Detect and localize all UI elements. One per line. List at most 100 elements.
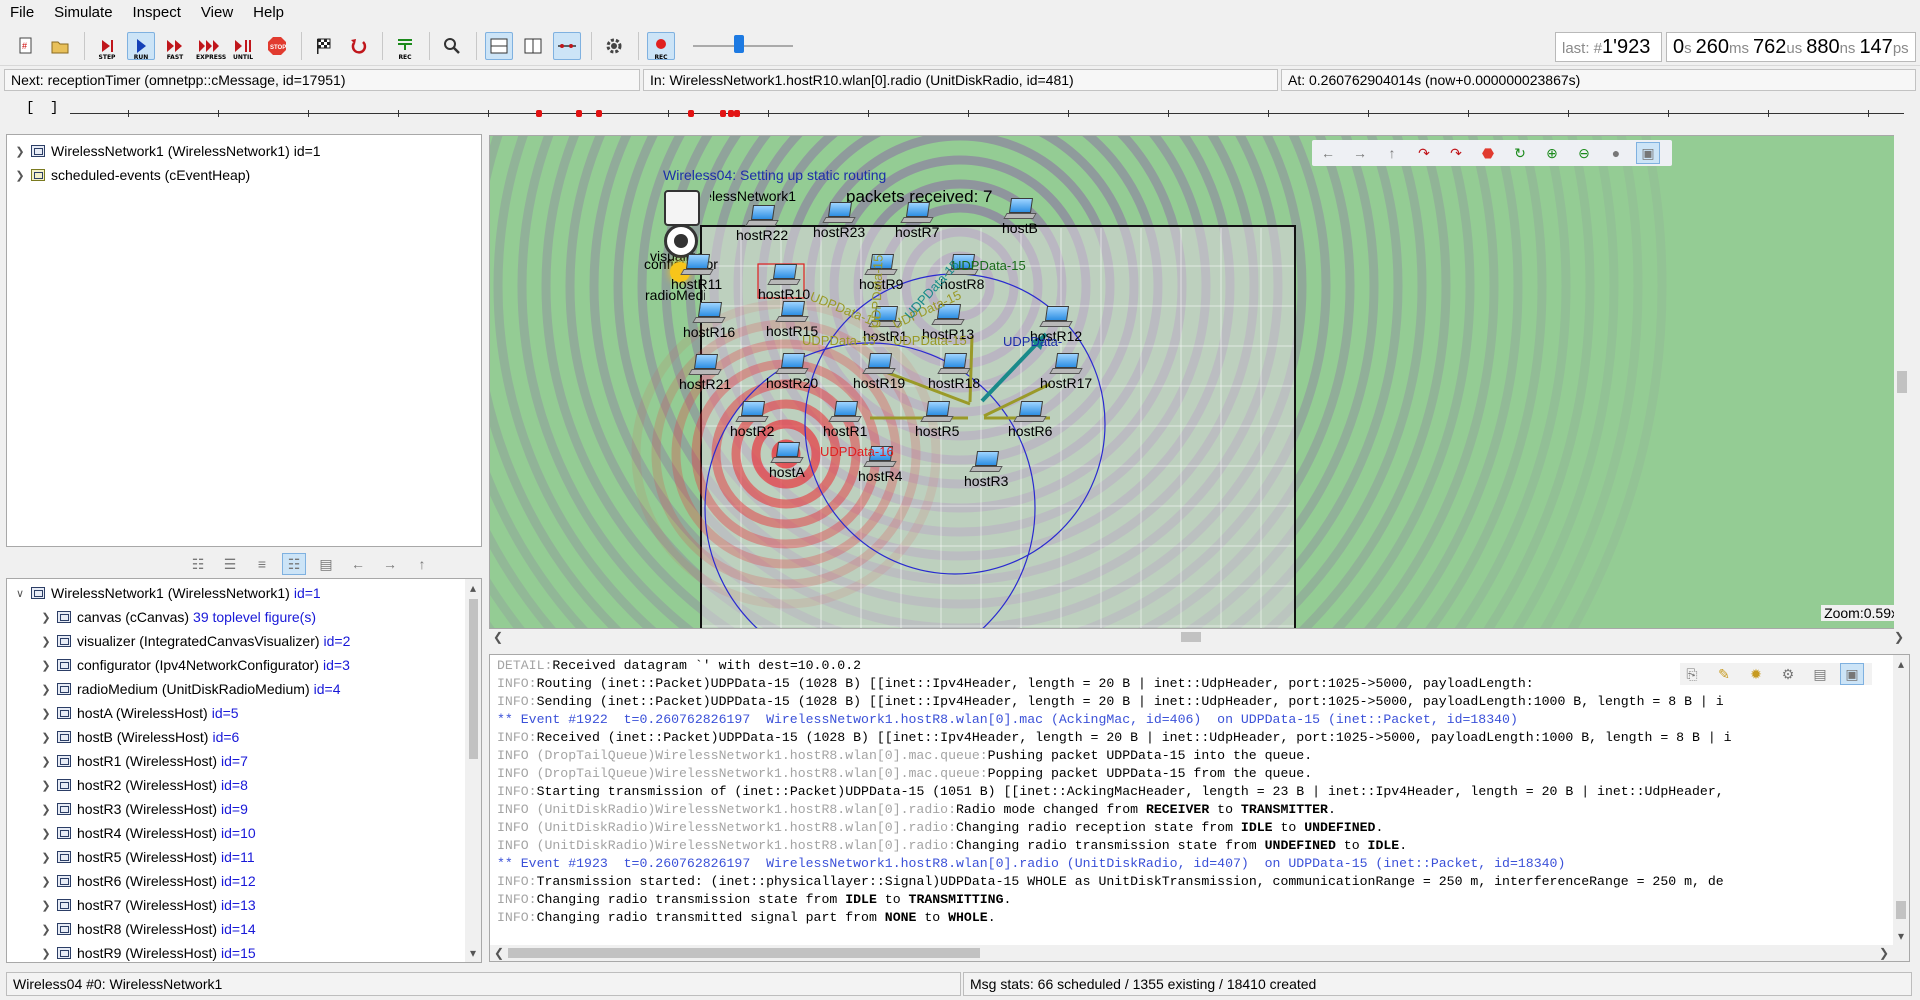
log-line[interactable]: INFO:Received (inet::Packet)UDPData-15 (…	[497, 729, 1732, 747]
rebuild-button[interactable]	[344, 32, 372, 60]
scroll-left-icon[interactable]: ❮	[492, 946, 506, 960]
configurator-gear-icon[interactable]	[664, 224, 698, 258]
scroll-down-icon[interactable]: ▾	[1894, 929, 1908, 943]
log-line[interactable]: ** Event #1923 t=0.260762826197 Wireless…	[497, 855, 1565, 873]
module-tree-item[interactable]: ❯ hostR2 (WirelessHost) id=8	[39, 773, 248, 797]
new-run-button[interactable]: #	[12, 32, 40, 60]
show-labels-icon[interactable]: ●	[1604, 142, 1628, 164]
scroll-thumb[interactable]	[1181, 632, 1201, 642]
chevron-right-icon[interactable]: ❯	[39, 634, 53, 648]
chevron-right-icon[interactable]: ❯	[39, 754, 53, 768]
event-timeline[interactable]: [ ]	[8, 96, 1912, 122]
log-line[interactable]: INFO:Routing (inet::Packet)UDPData-15 (1…	[497, 675, 1534, 693]
timeline-event-marker[interactable]	[576, 110, 582, 117]
tree-row-scheduled-events[interactable]: ❯ scheduled-events (cEventHeap)	[13, 163, 250, 187]
host-node[interactable]: hostR6	[1008, 401, 1052, 439]
chevron-right-icon[interactable]: ❯	[39, 850, 53, 864]
chevron-right-icon[interactable]: ❯	[39, 898, 53, 912]
run-until-button[interactable]: UNTIL	[229, 32, 257, 61]
log-mode-icon[interactable]: ▣	[1840, 663, 1864, 685]
host-node[interactable]: hostR1	[823, 401, 867, 439]
tree-mode-icon[interactable]: ☷	[282, 553, 306, 575]
module-tree-item[interactable]: ❯ hostR7 (WirelessHost) id=13	[39, 893, 255, 917]
menu-inspect[interactable]: Inspect	[123, 0, 191, 26]
stop-icon[interactable]: ⬣	[1476, 142, 1500, 164]
chevron-right-icon[interactable]: ❯	[39, 682, 53, 696]
chevron-right-icon[interactable]: ❯	[39, 874, 53, 888]
visualizer-icon[interactable]	[664, 190, 700, 226]
back-icon[interactable]: ←	[346, 553, 370, 575]
log-line[interactable]: INFO (UnitDiskRadio)WirelessNetwork1.hos…	[497, 837, 1407, 855]
chevron-right-icon[interactable]: ❯	[39, 922, 53, 936]
menu-file[interactable]: File	[0, 0, 44, 26]
log-line[interactable]: INFO (UnitDiskRadio)WirelessNetwork1.hos…	[497, 801, 1336, 819]
zoom-out-icon[interactable]: ⊖	[1572, 142, 1596, 164]
module-tree-item[interactable]: ❯ hostA (WirelessHost) id=5	[39, 701, 238, 725]
module-tree-item[interactable]: ❯ hostR6 (WirelessHost) id=12	[39, 869, 255, 893]
module-tree-item[interactable]: ❯ hostR5 (WirelessHost) id=11	[39, 845, 254, 869]
record-eventlog-button[interactable]: REC	[391, 32, 419, 61]
host-node[interactable]: hostR5	[915, 401, 959, 439]
express-run-button[interactable]: EXPRESS	[195, 32, 226, 61]
log-line[interactable]: ** Event #1922 t=0.260762826197 Wireless…	[497, 711, 1518, 729]
chevron-down-icon[interactable]: ∨	[13, 586, 27, 600]
finish-button[interactable]	[310, 32, 338, 60]
flat-list-icon[interactable]: ☰	[218, 553, 242, 575]
chevron-right-icon[interactable]: ❯	[39, 826, 53, 840]
chevron-right-icon[interactable]: ❯	[39, 946, 53, 960]
slider-thumb[interactable]	[733, 34, 744, 53]
host-node[interactable]: hostR22	[736, 205, 788, 243]
scroll-up-icon[interactable]: ▴	[1894, 657, 1908, 671]
fast-run-button[interactable]: FAST	[161, 32, 189, 61]
host-node[interactable]: hostR21	[679, 354, 731, 392]
up-icon[interactable]: ↑	[410, 553, 434, 575]
log-line[interactable]: INFO:Changing radio transmitted signal p…	[497, 909, 996, 927]
scroll-right-icon[interactable]: ❯	[1877, 946, 1891, 960]
messages-mode-icon[interactable]: ▤	[1808, 663, 1832, 685]
preferences-button[interactable]	[600, 32, 628, 60]
host-node[interactable]: hostR18	[928, 353, 980, 391]
network-canvas[interactable]: Wireless04: Setting up static routing Wi…	[489, 135, 1910, 629]
module-tree-item[interactable]: ❯ hostR8 (WirelessHost) id=14	[39, 917, 255, 941]
find-button[interactable]	[438, 32, 466, 60]
module-tree-item[interactable]: ❯ hostR9 (WirelessHost) id=15	[39, 941, 255, 962]
scroll-thumb[interactable]	[469, 599, 478, 759]
log-vertical-scrollbar[interactable]: ▴ ▾	[1893, 655, 1909, 945]
host-node[interactable]: hostR7	[895, 202, 939, 240]
chevron-right-icon[interactable]: ❯	[39, 778, 53, 792]
log-line[interactable]: INFO (UnitDiskRadio)WirelessNetwork1.hos…	[497, 819, 1383, 837]
log-line[interactable]: INFO:Sending (inet::Packet)UDPData-15 (1…	[497, 693, 1724, 711]
timeline-event-marker[interactable]	[734, 110, 740, 117]
chevron-right-icon[interactable]: ❯	[39, 730, 53, 744]
host-node[interactable]: hostB	[1002, 198, 1038, 236]
canvas-horizontal-scrollbar[interactable]: ❮ ❯	[489, 629, 1910, 645]
log-horizontal-scrollbar[interactable]: ❮ ❯	[490, 945, 1909, 961]
host-node[interactable]: hostR20	[766, 353, 818, 391]
stop-button[interactable]: STOP	[263, 32, 291, 60]
host-node[interactable]: hostR16	[683, 302, 735, 340]
menu-help[interactable]: Help	[243, 0, 294, 26]
inspector-icon[interactable]: ▤	[314, 553, 338, 575]
timeline-event-marker[interactable]	[596, 110, 602, 117]
chevron-right-icon[interactable]: ❯	[39, 802, 53, 816]
animation-speed-slider[interactable]	[693, 32, 793, 60]
go-up-icon[interactable]: ↑	[1380, 142, 1404, 164]
module-tree-item[interactable]: ❯ hostR4 (WirelessHost) id=10	[39, 821, 255, 845]
scroll-right-icon[interactable]: ❯	[1892, 630, 1906, 644]
step-back-icon[interactable]: ↷	[1412, 142, 1436, 164]
settings-icon[interactable]: ⚙	[1776, 663, 1800, 685]
scroll-up-icon[interactable]: ▴	[466, 581, 480, 595]
timeline-event-marker[interactable]	[536, 110, 542, 117]
copy-icon[interactable]: ⎘	[1680, 663, 1704, 685]
module-tree-item[interactable]: ❯ radioMedium (UnitDiskRadioMedium) id=4	[39, 677, 340, 701]
module-tree-item[interactable]: ❯ hostB (WirelessHost) id=6	[39, 725, 239, 749]
log-line[interactable]: DETAIL:Received datagram `' with dest=10…	[497, 657, 861, 675]
module-tree-item[interactable]: ❯ hostR1 (WirelessHost) id=7	[39, 749, 248, 773]
forward-icon[interactable]: →	[378, 553, 402, 575]
log-line[interactable]: INFO (DropTailQueue)WirelessNetwork1.hos…	[497, 765, 1312, 783]
module-tree-item[interactable]: ❯ visualizer (IntegratedCanvasVisualizer)…	[39, 629, 350, 653]
log-line[interactable]: INFO:Starting transmission of (inet::Pac…	[497, 783, 1724, 801]
back-icon[interactable]: ←	[1316, 142, 1340, 164]
host-node[interactable]: hostR19	[853, 353, 905, 391]
run-button[interactable]: RUN	[127, 31, 155, 61]
